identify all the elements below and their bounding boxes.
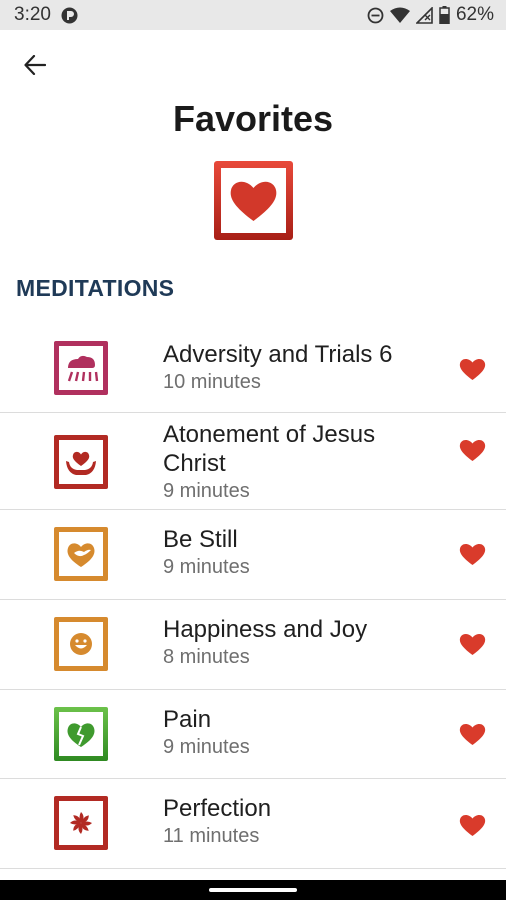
- status-bar: 3:20 62%: [0, 0, 506, 30]
- item-title: Perfection: [163, 795, 272, 822]
- item-title: Happiness and Joy: [163, 616, 368, 643]
- do-not-disturb-icon: [367, 7, 384, 23]
- favorite-heart-icon[interactable]: [459, 438, 486, 462]
- item-duration: 11 minutes: [163, 825, 260, 847]
- home-gesture-handle[interactable]: [209, 888, 297, 892]
- favorite-heart-icon[interactable]: [459, 357, 486, 381]
- item-title: Be Still: [163, 526, 238, 553]
- dove-heart-icon: [54, 527, 108, 581]
- favorites-heart-icon: [214, 161, 293, 240]
- notification-icon: [61, 7, 78, 23]
- item-title: Pain: [163, 706, 212, 733]
- item-duration: 9 minutes: [163, 480, 250, 502]
- item-title: Atonement of Jesus Christ: [163, 421, 376, 477]
- item-duration: 8 minutes: [163, 646, 250, 668]
- swirl-flower-icon: [54, 796, 108, 850]
- smiley-icon: [54, 617, 108, 671]
- page-title: Favorites: [172, 98, 334, 139]
- back-button[interactable]: [16, 46, 54, 84]
- favorite-heart-icon[interactable]: [459, 813, 486, 837]
- list-item[interactable]: Atonement of Jesus Christ 9 minutes: [0, 413, 506, 510]
- battery-percentage: 62%: [455, 4, 494, 25]
- list-item[interactable]: Perfection 11 minutes: [0, 779, 506, 869]
- item-duration: 10 minutes: [163, 371, 261, 393]
- favorite-heart-icon[interactable]: [459, 542, 486, 566]
- wifi-icon: [389, 7, 410, 23]
- item-title: Adversity and Trials 6: [163, 341, 393, 368]
- list-item[interactable]: Happiness and Joy 8 minutes: [0, 600, 506, 690]
- meditation-list: Adversity and Trials 6 10 minutes Atonem…: [0, 323, 506, 869]
- cell-signal-icon: [415, 6, 433, 24]
- item-duration: 9 minutes: [163, 736, 250, 758]
- favorite-heart-icon[interactable]: [459, 722, 486, 746]
- battery-icon: [439, 6, 450, 24]
- list-item[interactable]: Pain 9 minutes: [0, 690, 506, 779]
- section-header-meditations: MEDITATIONS: [16, 275, 175, 301]
- rain-cloud-icon: [54, 341, 108, 395]
- hands-heart-icon: [54, 435, 108, 489]
- list-item[interactable]: Adversity and Trials 6 10 minutes: [0, 323, 506, 413]
- favorite-heart-icon[interactable]: [459, 632, 486, 656]
- broken-heart-icon: [54, 707, 108, 761]
- list-item[interactable]: Be Still 9 minutes: [0, 510, 506, 600]
- arrow-left-icon: [24, 55, 46, 75]
- item-duration: 9 minutes: [163, 556, 250, 578]
- status-time: 3:20: [14, 4, 51, 25]
